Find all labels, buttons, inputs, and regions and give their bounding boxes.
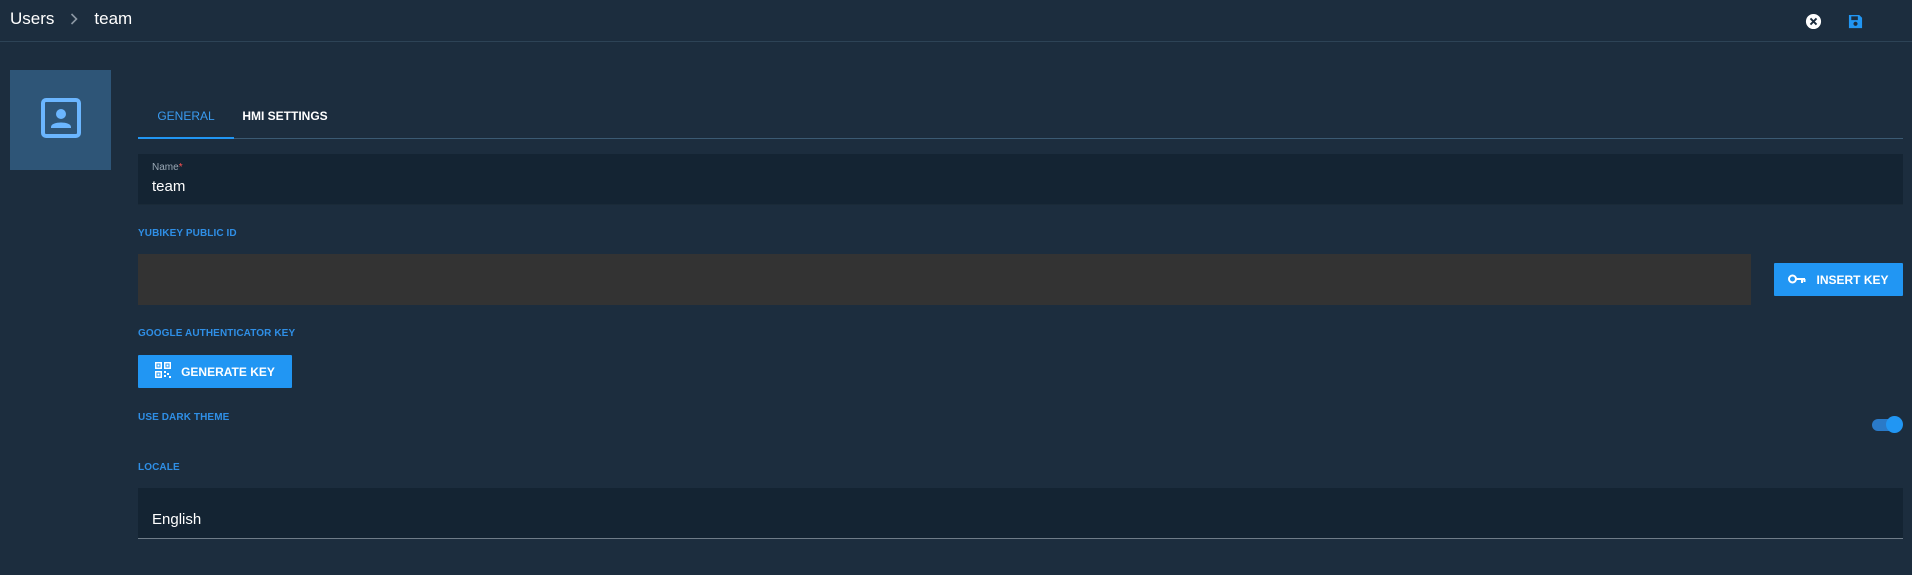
yubikey-label: YUBIKEY PUBLIC ID: [138, 228, 237, 239]
top-actions: [1802, 10, 1866, 32]
account-box-icon: [40, 97, 82, 144]
name-label: Name*: [152, 162, 183, 173]
dark-theme-label: USE DARK THEME: [138, 412, 230, 423]
breadcrumb: Users team: [10, 9, 132, 29]
breadcrumb-users-link[interactable]: Users: [10, 9, 54, 29]
required-mark: *: [178, 162, 183, 173]
dark-theme-toggle[interactable]: [1872, 414, 1903, 434]
insert-key-label: INSERT KEY: [1816, 272, 1889, 287]
name-field[interactable]: Name*: [138, 154, 1903, 205]
tab-hmi-settings[interactable]: HMI SETTINGS: [234, 95, 336, 139]
key-icon: [1788, 273, 1806, 287]
google-authenticator-label: GOOGLE AUTHENTICATOR KEY: [138, 328, 296, 339]
tab-general[interactable]: GENERAL: [138, 95, 234, 139]
insert-key-button[interactable]: INSERT KEY: [1774, 263, 1903, 296]
user-avatar: [10, 70, 111, 170]
breadcrumb-current: team: [94, 9, 133, 28]
yubikey-input: [138, 254, 1751, 305]
save-icon[interactable]: [1844, 10, 1866, 32]
top-bar: Users team: [0, 0, 1912, 42]
tab-bar: GENERAL HMI SETTINGS: [138, 95, 1903, 139]
name-input[interactable]: [152, 178, 1852, 195]
generate-key-button[interactable]: GENERATE KEY: [138, 355, 292, 388]
chevron-right-icon: [70, 13, 79, 25]
locale-value: English: [152, 511, 202, 528]
close-icon[interactable]: [1802, 10, 1824, 32]
locale-label: LOCALE: [138, 462, 180, 473]
toggle-knob: [1886, 416, 1903, 433]
generate-key-label: GENERATE KEY: [181, 364, 275, 379]
locale-select[interactable]: English: [138, 488, 1903, 539]
qrcode-icon: [155, 362, 172, 381]
